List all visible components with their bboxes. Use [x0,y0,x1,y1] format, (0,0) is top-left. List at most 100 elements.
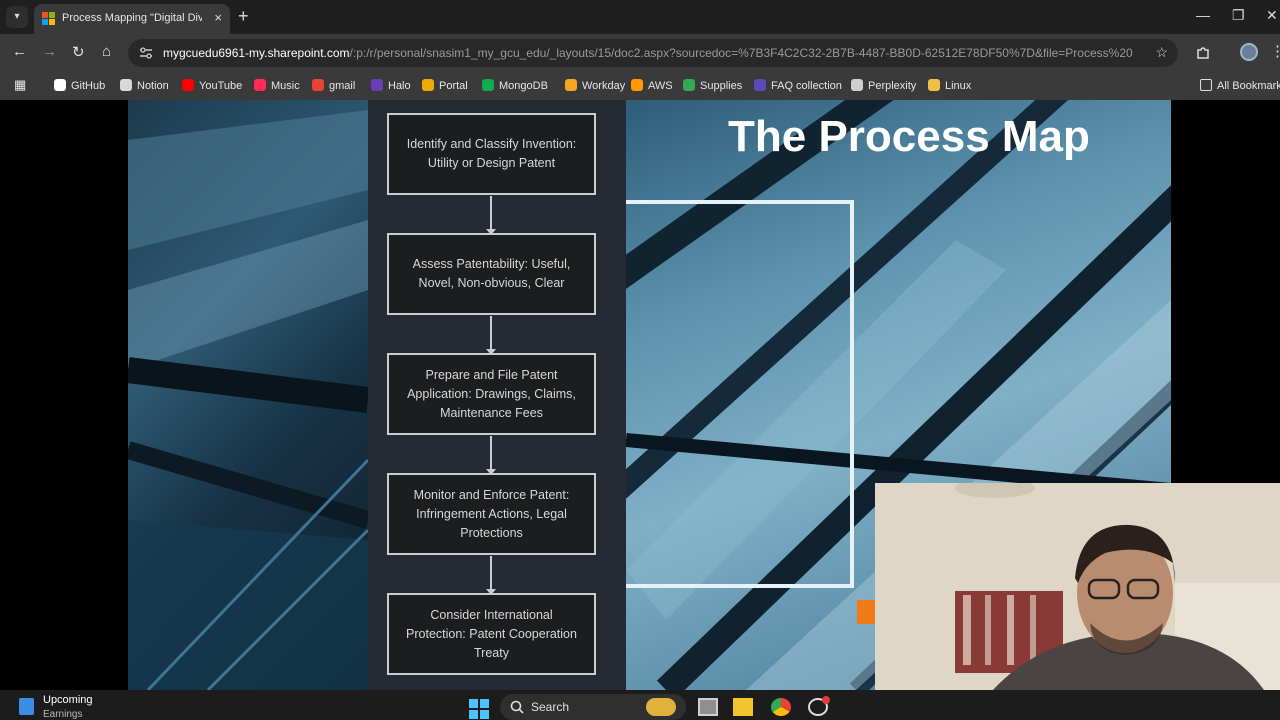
supplies-icon [683,79,695,91]
bookmark-halo[interactable]: Halo [371,79,411,92]
tab-close-icon[interactable]: × [214,10,222,25]
restore-button[interactable]: ❐ [1232,7,1245,24]
bookmark-label: Workday [582,80,626,92]
all-bookmarks-label: All Bookmark [1217,80,1280,92]
bookmark-label: Notion [137,80,169,92]
escalator-image-left [128,100,368,690]
slide-title: The Process Map [728,112,1090,161]
bookmark-label: Halo [388,80,411,92]
file-explorer-icon[interactable] [733,698,753,716]
youtube-icon [182,79,194,91]
minimize-button[interactable]: — [1196,7,1210,23]
flow-arrow-1 [486,196,496,235]
close-window-button[interactable]: ✕ [1266,7,1278,24]
forward-button[interactable]: → [42,43,57,60]
flow-step-2: Assess Patentability: Useful, Novel, Non… [387,233,596,315]
mongodb-icon [482,79,494,91]
bookmark-aws[interactable]: AWS [631,79,673,92]
notion-icon [120,79,132,91]
bookmark-label: Supplies [700,80,743,92]
linux-icon [928,79,940,91]
bookmark-youtube[interactable]: YouTube [182,79,242,92]
music-icon [254,79,266,91]
tab-bar: ▾ Process Mapping "Digital Divide × + — … [0,0,1280,34]
bookmark-workday[interactable]: Workday [565,79,625,92]
faq-icon [754,79,766,91]
bookmark-supplies[interactable]: Supplies [683,79,742,92]
bookmark-label: Portal [439,80,468,92]
bookmark-label: YouTube [199,80,243,92]
flow-arrow-3 [486,436,496,475]
tab-search-menu-button[interactable]: ▾ [6,6,28,28]
aws-icon [631,79,643,91]
flow-step-4: Monitor and Enforce Patent: Infringement… [387,473,596,555]
webcam-overlay [875,483,1280,720]
bookmark-perplexity[interactable]: Perplexity [851,79,916,92]
task-view-icon[interactable] [698,698,718,716]
home-button[interactable]: ⌂ [102,43,111,60]
extensions-icon[interactable] [1196,45,1211,60]
search-label: Search [531,700,570,714]
search-highlight-icon [646,698,676,716]
bookmark-faq-collection[interactable]: FAQ collection [754,79,842,92]
microsoft-favicon-icon [42,12,56,26]
widget-subtitle: Earnings [43,709,83,720]
app-icon[interactable] [808,696,830,716]
search-icon [510,700,524,714]
notification-badge [822,696,830,704]
bookmarks-bar: ▦ GitHub Notion YouTube Music gmail Halo Porta… [0,72,1280,100]
flow-arrow-2 [486,316,496,355]
chrome-icon[interactable] [771,698,791,716]
url-path: /:p:/r/personal/snasim1_my_gcu_edu/_layo… [349,46,1133,60]
bookmark-label: gmail [329,80,356,92]
bookmark-github[interactable]: GitHub [54,79,105,92]
address-bar[interactable]: mygcuedu6961-my.sharepoint.com/:p:/r/per… [128,39,1178,67]
bookmark-gmail[interactable]: gmail [312,79,355,92]
slide-viewport: Identify and Classify Invention: Utility… [0,100,1280,720]
flow-step-5: Consider International Protection: Paten… [387,593,596,675]
url-host: mygcuedu6961-my.sharepoint.com [163,46,350,60]
back-button[interactable]: ← [12,43,27,60]
flow-step-3: Prepare and File Patent Application: Dra… [387,353,596,435]
halo-icon [371,79,383,91]
bookmark-label: Linux [945,80,972,92]
windows-taskbar: Upcoming Earnings Search [0,690,1280,720]
workday-icon [565,79,577,91]
process-flowchart: Identify and Classify Invention: Utility… [368,100,626,690]
tab-title: Process Mapping "Digital Divide [62,12,202,24]
site-settings-icon[interactable] [139,47,153,59]
perplexity-icon [851,79,863,91]
bookmark-label: GitHub [71,80,106,92]
windows-start-icon[interactable] [469,699,489,719]
browser-menu-icon[interactable]: ⋮ [1270,42,1280,60]
bookmark-label: Perplexity [868,80,917,92]
tab-active[interactable]: Process Mapping "Digital Divide × [34,4,230,34]
bookmark-label: Music [271,80,300,92]
folder-icon [1200,79,1212,91]
gmail-icon [312,79,324,91]
github-icon [54,79,66,91]
flow-arrow-4 [486,556,496,595]
bookmark-mongodb[interactable]: MongoDB [482,79,548,92]
stocks-icon [19,698,34,715]
bookmark-portal[interactable]: Portal [422,79,468,92]
bookmark-label: FAQ collection [771,80,842,92]
apps-grid-icon[interactable]: ▦ [14,77,26,93]
profile-avatar[interactable] [1240,43,1258,61]
bookmark-music[interactable]: Music [254,79,300,92]
new-tab-button[interactable]: + [238,6,249,27]
all-bookmarks-button[interactable]: All Bookmark [1200,79,1280,92]
url-text: mygcuedu6961-my.sharepoint.com/:p:/r/per… [163,46,1133,60]
bookmark-star-icon[interactable]: ☆ [1155,44,1168,61]
widget-title: Upcoming [43,694,93,706]
bookmark-notion[interactable]: Notion [120,79,169,92]
reload-button[interactable]: ↻ [72,43,85,61]
bookmark-linux[interactable]: Linux [928,79,971,92]
taskbar-search-box[interactable]: Search [500,694,686,720]
bookmark-label: AWS [648,80,673,92]
browser-toolbar: ← → ↻ ⌂ mygcuedu6961-my.sharepoint.com/:… [0,34,1280,72]
bookmark-label: MongoDB [499,80,548,92]
portal-icon [422,79,434,91]
slide-accent-block [857,600,875,624]
slide-frame-decoration [626,200,854,588]
